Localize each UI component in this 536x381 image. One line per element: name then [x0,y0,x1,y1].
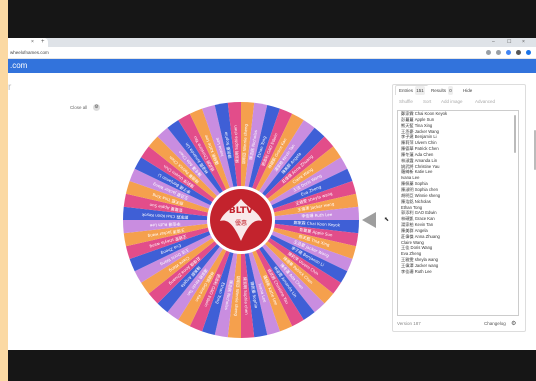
name-wheel[interactable]: 鄭家霖 Chai Koon Keyok彭蔓蔓 Apple Sun熊天藍 Tina… [116,95,366,345]
advanced-toggle[interactable]: Advanced [475,99,495,104]
wheel-pointer-icon [362,212,376,228]
page-subtitle: r [8,82,12,93]
shuffle-button[interactable]: Shuffle [399,99,413,104]
entries-count-badge: 151 [415,86,425,95]
close-all-label[interactable]: Close all [70,105,87,110]
logo-text-bottom: 優惠 [235,219,247,227]
new-tab-icon[interactable]: + [41,38,45,47]
maximize-icon[interactable]: ☐ [507,38,511,47]
share-icon[interactable] [486,50,491,55]
panel-tabs: Entries 151 Results 0 Hide [393,85,525,95]
tab-hide[interactable]: Hide [459,85,477,95]
sort-button[interactable]: Sort [423,99,431,104]
tab-entries-label: Entries [399,88,414,93]
changelog-link[interactable]: Changelog [484,321,506,326]
site-name[interactable]: .com [10,59,27,73]
add-image-button[interactable]: Add image [441,99,463,104]
star-icon[interactable] [496,50,501,55]
version-text: Version 187 [397,321,421,326]
entries-textarea[interactable]: 鄭家霖 Chai Koon Keyok 彭蔓蔓 Apple Sun 熊天藍 Tina… [397,110,519,316]
site-header: .com [8,59,536,73]
browser-tabbar: × + – ☐ × [8,38,536,47]
tab-results[interactable]: Results 0 [427,85,457,95]
tab-entries[interactable]: Entries 151 [395,85,429,95]
mouse-cursor-icon: ⬉ [384,217,390,223]
extension-icon[interactable] [506,50,511,55]
entries-panel: Entries 151 Results 0 Hide Shuffle Sort … [392,84,526,332]
entries-scrollbar[interactable] [514,115,516,153]
list-item[interactable]: 李佳珊 Ruth Lee [398,269,518,275]
settings-gear-icon[interactable]: ⚙ [511,320,516,327]
settings-gear-icon[interactable]: ⚙ [93,104,100,111]
results-count-badge: 0 [448,86,453,95]
address-bar[interactable]: wheelofnames.com [8,47,536,59]
tab-hide-label: Hide [463,88,473,93]
window-close-icon[interactable]: × [522,38,525,47]
tab-close-icon[interactable]: × [31,38,34,47]
puzzle-icon[interactable] [516,50,521,55]
avatar-icon[interactable] [526,50,531,55]
url-text[interactable]: wheelofnames.com [10,47,49,58]
tab-results-label: Results [431,88,447,93]
minimize-icon[interactable]: – [492,38,495,47]
logo-text-top: BLTV [229,206,253,216]
